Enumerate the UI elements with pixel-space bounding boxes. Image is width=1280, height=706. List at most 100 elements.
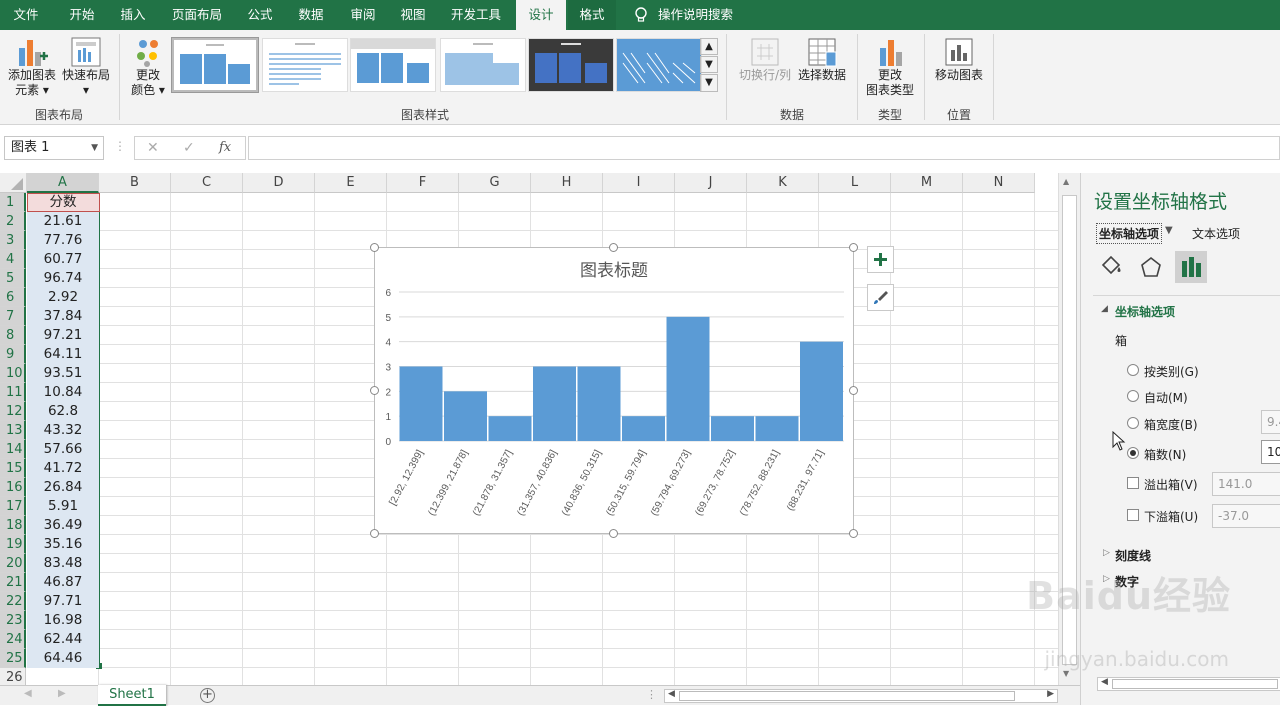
column-header-i[interactable]: I <box>603 173 675 193</box>
row-header-15[interactable]: 15 <box>0 459 26 478</box>
add-sheet-button[interactable]: + <box>200 688 215 703</box>
tab-data[interactable]: 数据 <box>288 0 334 30</box>
chart-style-2[interactable] <box>262 38 348 92</box>
cell-a10[interactable]: 93.51 <box>27 364 99 383</box>
pane-horizontal-scrollbar[interactable]: ◀ <box>1097 677 1280 691</box>
cell-a23[interactable]: 16.98 <box>27 611 99 630</box>
section-tick-marks[interactable]: 刻度线 <box>1115 547 1151 564</box>
scroll-right-icon[interactable]: ▶ <box>1047 689 1054 699</box>
chart-resize-handle-br[interactable] <box>849 529 858 538</box>
cell-a7[interactable]: 37.84 <box>27 307 99 326</box>
row-header-10[interactable]: 10 <box>0 364 26 383</box>
sheet-tab-sheet1[interactable]: Sheet1 <box>98 685 166 706</box>
row-header-20[interactable]: 20 <box>0 554 26 573</box>
cell-a25[interactable]: 64.46 <box>27 649 99 668</box>
row-header-8[interactable]: 8 <box>0 326 26 345</box>
row-header-18[interactable]: 18 <box>0 516 26 535</box>
row-header-5[interactable]: 5 <box>0 269 26 288</box>
scroll-left-icon[interactable]: ◀ <box>1101 677 1108 687</box>
cell-a1[interactable]: 分数 <box>27 193 99 212</box>
formula-input[interactable] <box>248 136 1280 160</box>
row-header-4[interactable]: 4 <box>0 250 26 269</box>
chart-styles-button[interactable] <box>867 284 894 311</box>
cell-a20[interactable]: 83.48 <box>27 554 99 573</box>
cell-a14[interactable]: 57.66 <box>27 440 99 459</box>
scroll-left-icon[interactable]: ◀ <box>668 689 675 699</box>
tab-view[interactable]: 视图 <box>390 0 436 30</box>
chart-style-1[interactable] <box>171 37 259 93</box>
gallery-scroll[interactable]: ▲ ▼ ▼ <box>700 38 718 94</box>
chart-style-4[interactable] <box>440 38 526 92</box>
cell-a15[interactable]: 41.72 <box>27 459 99 478</box>
pane-scroll-thumb[interactable] <box>1112 679 1278 689</box>
chart-elements-button[interactable] <box>867 246 894 273</box>
column-header-n[interactable]: N <box>963 173 1035 193</box>
tab-page-layout[interactable]: 页面布局 <box>164 0 230 30</box>
chart-style-6[interactable] <box>616 38 702 92</box>
column-header-j[interactable]: J <box>675 173 747 193</box>
cell-a11[interactable]: 10.84 <box>27 383 99 402</box>
radio-bin-width[interactable] <box>1127 417 1139 429</box>
tab-text-options[interactable]: 文本选项 <box>1192 225 1240 242</box>
number-of-bins-input[interactable]: 10 <box>1261 440 1280 464</box>
row-header-1[interactable]: 1 <box>0 193 26 212</box>
chart-style-3[interactable] <box>350 38 436 92</box>
cell-a12[interactable]: 62.8 <box>27 402 99 421</box>
gallery-down-icon[interactable]: ▼ <box>700 56 718 73</box>
overflow-bin-input[interactable]: 141.0 <box>1212 472 1280 496</box>
cell-a21[interactable]: 46.87 <box>27 573 99 592</box>
tab-home[interactable]: 开始 <box>56 0 108 30</box>
column-header-a[interactable]: A <box>27 173 99 193</box>
tab-insert[interactable]: 插入 <box>108 0 158 30</box>
chart-plot-area[interactable]: 0 1 2 3 4 5 6 [2.92, 12.399] (12.399, 21.878] (21… <box>375 248 853 533</box>
horizontal-scrollbar[interactable]: ◀ ▶ <box>664 689 1058 703</box>
row-header-12[interactable]: 12 <box>0 402 26 421</box>
histogram-bar[interactable] <box>622 416 665 441</box>
row-header-25[interactable]: 25 <box>0 649 26 668</box>
row-header-6[interactable]: 6 <box>0 288 26 307</box>
cancel-icon[interactable]: ✕ <box>147 140 159 156</box>
column-header-c[interactable]: C <box>171 173 243 193</box>
cell-a17[interactable]: 5.91 <box>27 497 99 516</box>
select-data-button[interactable]: 选择数据 <box>796 36 848 96</box>
next-sheet-icon[interactable]: ▶ <box>58 688 66 699</box>
histogram-bar[interactable] <box>755 416 799 441</box>
cell-a6[interactable]: 2.92 <box>27 288 99 307</box>
fill-line-tab[interactable] <box>1095 251 1127 283</box>
cell-a2[interactable]: 21.61 <box>27 212 99 231</box>
histogram-chart[interactable]: 图表标题 0 1 2 3 4 5 6 [2.92, 12.399] (12.399, 21.87… <box>374 247 854 534</box>
insert-function-icon[interactable]: fx <box>219 140 231 155</box>
column-header-k[interactable]: K <box>747 173 819 193</box>
gallery-up-icon[interactable]: ▲ <box>700 38 718 55</box>
switch-row-column-button[interactable]: 切换行/列 <box>736 36 794 96</box>
tab-axis-options[interactable]: 坐标轴选项 <box>1096 223 1163 244</box>
row-header-13[interactable]: 13 <box>0 421 26 440</box>
row-header-7[interactable]: 7 <box>0 307 26 326</box>
name-box[interactable]: 图表 1 ▼ <box>4 136 104 160</box>
radio-automatic[interactable] <box>1127 390 1139 402</box>
overflow-bin-checkbox[interactable] <box>1127 477 1139 489</box>
cell-a9[interactable]: 64.11 <box>27 345 99 364</box>
cell-a8[interactable]: 97.21 <box>27 326 99 345</box>
cell-a3[interactable]: 77.76 <box>27 231 99 250</box>
column-header-e[interactable]: E <box>315 173 387 193</box>
cell-a19[interactable]: 35.16 <box>27 535 99 554</box>
row-header-24[interactable]: 24 <box>0 630 26 649</box>
histogram-bar[interactable] <box>533 366 576 442</box>
enter-icon[interactable]: ✓ <box>183 140 195 156</box>
histogram-bar[interactable] <box>444 391 487 441</box>
row-header-9[interactable]: 9 <box>0 345 26 364</box>
cell-a18[interactable]: 36.49 <box>27 516 99 535</box>
row-header-22[interactable]: 22 <box>0 592 26 611</box>
radio-number-of-bins[interactable] <box>1127 447 1139 459</box>
select-all-corner[interactable] <box>0 173 27 193</box>
tab-design[interactable]: 设计 <box>516 0 566 30</box>
chart-resize-handle-tc[interactable] <box>609 243 618 252</box>
chevron-down-icon[interactable]: ▼ <box>1165 225 1173 236</box>
collapse-icon[interactable]: ◢ <box>1101 304 1108 314</box>
tab-format[interactable]: 格式 <box>568 0 616 30</box>
horizontal-scroll-thumb[interactable] <box>679 691 1015 701</box>
histogram-bar[interactable] <box>666 316 710 441</box>
effects-tab[interactable] <box>1135 251 1167 283</box>
prev-sheet-icon[interactable]: ◀ <box>24 688 32 699</box>
